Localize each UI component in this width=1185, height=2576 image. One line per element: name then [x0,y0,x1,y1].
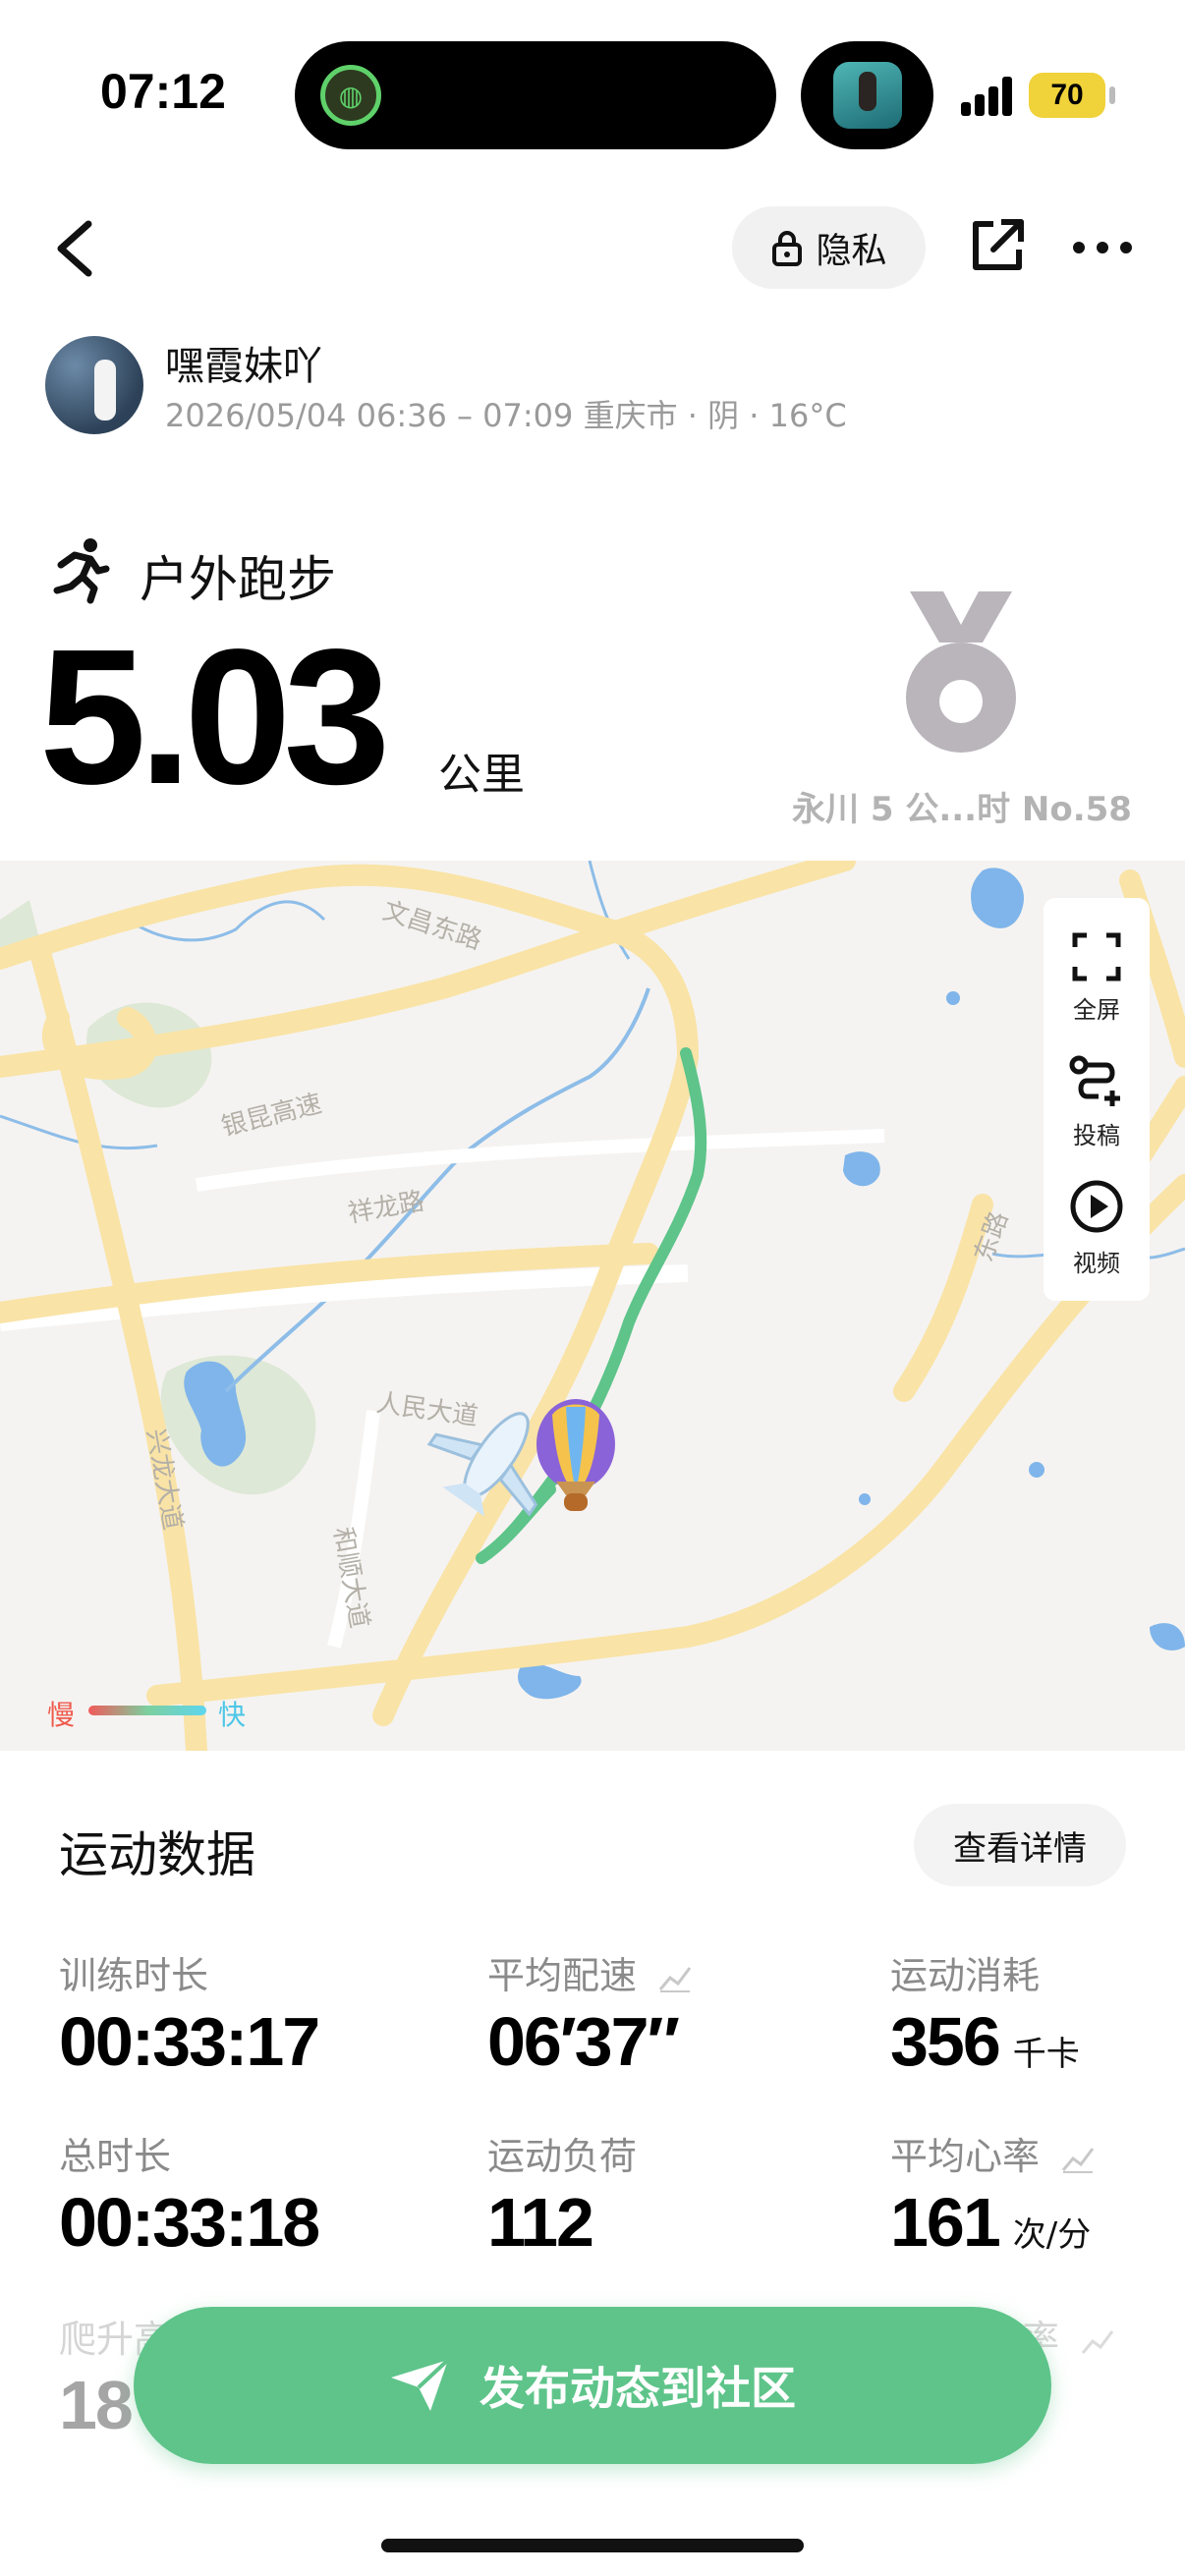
stat-value: 06′37″ [487,2003,680,2080]
fullscreen-button[interactable] [1044,931,1150,986]
trend-chart-icon [1081,2329,1114,2354]
live-activity-icon: ◍ [320,65,381,126]
running-icon [53,538,110,604]
more-icon[interactable] [1071,236,1134,259]
lock-icon [772,231,803,266]
distance-unit: 公里 [438,750,525,800]
medal-label[interactable]: 永川 5 公...时 No.58 [792,782,1132,830]
publish-to-community-button[interactable]: 发布动态到社区 [134,2307,1051,2464]
stat-value: 112 [487,2184,594,2261]
distance-value: 5.03 [39,609,390,824]
route-map[interactable]: 文昌东路 银昆高速 祥龙路 人民大道 兴龙大道 和顺大道 东路 [0,861,1185,1751]
battery-icon: 70 [1029,73,1115,118]
stat-unit: 次/分 [1012,2215,1092,2255]
stat-label: 训练时长 [59,1954,209,1997]
road-label-wenchang: 文昌东路 [379,896,485,956]
chevron-left-icon[interactable] [47,214,106,283]
stat-value: 00:33:18 [59,2184,320,2261]
stat-value: 00:33:17 [59,2003,320,2080]
submit-route-label[interactable]: 投稿 [1044,1116,1150,1150]
road-label-yinkun: 银昆高速 [218,1090,324,1143]
trend-chart-icon[interactable] [658,1964,692,1993]
privacy-button[interactable]: 隐私 [732,206,926,289]
view-details-button[interactable]: 查看详情 [914,1804,1126,1886]
map-canvas: 文昌东路 银昆高速 祥龙路 人民大道 兴龙大道 和顺大道 东路 [0,861,1185,1751]
user-name[interactable]: 嘿霞妹吖 [165,334,322,391]
route-submit-icon [1069,1055,1120,1106]
fullscreen-icon [1072,932,1121,981]
cellular-signal-icon [961,77,1016,116]
activity-meta: 2026/05/04 06:36 – 07:09 重庆市 · 阴 · 16°C [165,397,847,434]
send-icon [391,2358,450,2411]
legend-fast: 快 [218,1699,247,1731]
home-indicator[interactable] [381,2539,804,2552]
section-title: 运动数据 [59,1826,255,1883]
stat-value: 356 [890,2003,1001,2080]
video-label[interactable]: 视频 [1044,1244,1150,1278]
stat-label-heartrate[interactable]: 平均心率 [890,2126,1095,2180]
status-bar: 07:12 ◍ 70 [0,0,1185,187]
play-video-icon [1070,1180,1123,1233]
road-label-xianglong: 祥龙路 [346,1187,426,1229]
activity-type: 户外跑步 [140,551,336,608]
stat-label: 运动负荷 [487,2135,638,2178]
trend-chart-icon[interactable] [1061,2145,1095,2174]
stat-label: 总时长 [59,2135,172,2178]
stat-label-pace[interactable]: 平均配速 [487,1945,692,1999]
publish-label: 发布动态到社区 [480,2362,796,2415]
medal-icon[interactable] [902,591,1020,758]
stat-label: 运动消耗 [890,1954,1041,1997]
dynamic-island-music[interactable] [801,41,933,149]
share-icon[interactable] [968,216,1027,275]
legend-slow: 慢 [47,1699,76,1731]
privacy-label: 隐私 [816,231,887,271]
road-label-heshun: 和顺大道 [327,1525,374,1631]
stat-unit: 千卡 [1012,2035,1080,2074]
fullscreen-label[interactable]: 全屏 [1044,990,1150,1025]
map-toolbar: 全屏 投稿 视频 [1044,898,1150,1301]
stat-value-calories: 356 千卡 [890,2002,1080,2081]
stat-value: 161 [890,2184,1001,2261]
video-button[interactable] [1044,1179,1150,1238]
dynamic-island[interactable]: ◍ [295,41,776,149]
submit-route-button[interactable] [1044,1053,1150,1112]
album-art-icon [833,62,902,129]
stat-label: 平均心率 [890,2135,1041,2178]
stat-value: 18 [59,2367,134,2443]
stat-label: 平均配速 [487,1954,638,1997]
road-label-renmin: 人民大道 [374,1388,480,1431]
avatar[interactable] [45,336,143,434]
stat-value-heartrate: 161 次/分 [890,2183,1091,2262]
battery-level: 70 [1050,79,1084,111]
status-time: 07:12 [100,64,226,119]
pace-legend-bar [88,1706,206,1715]
